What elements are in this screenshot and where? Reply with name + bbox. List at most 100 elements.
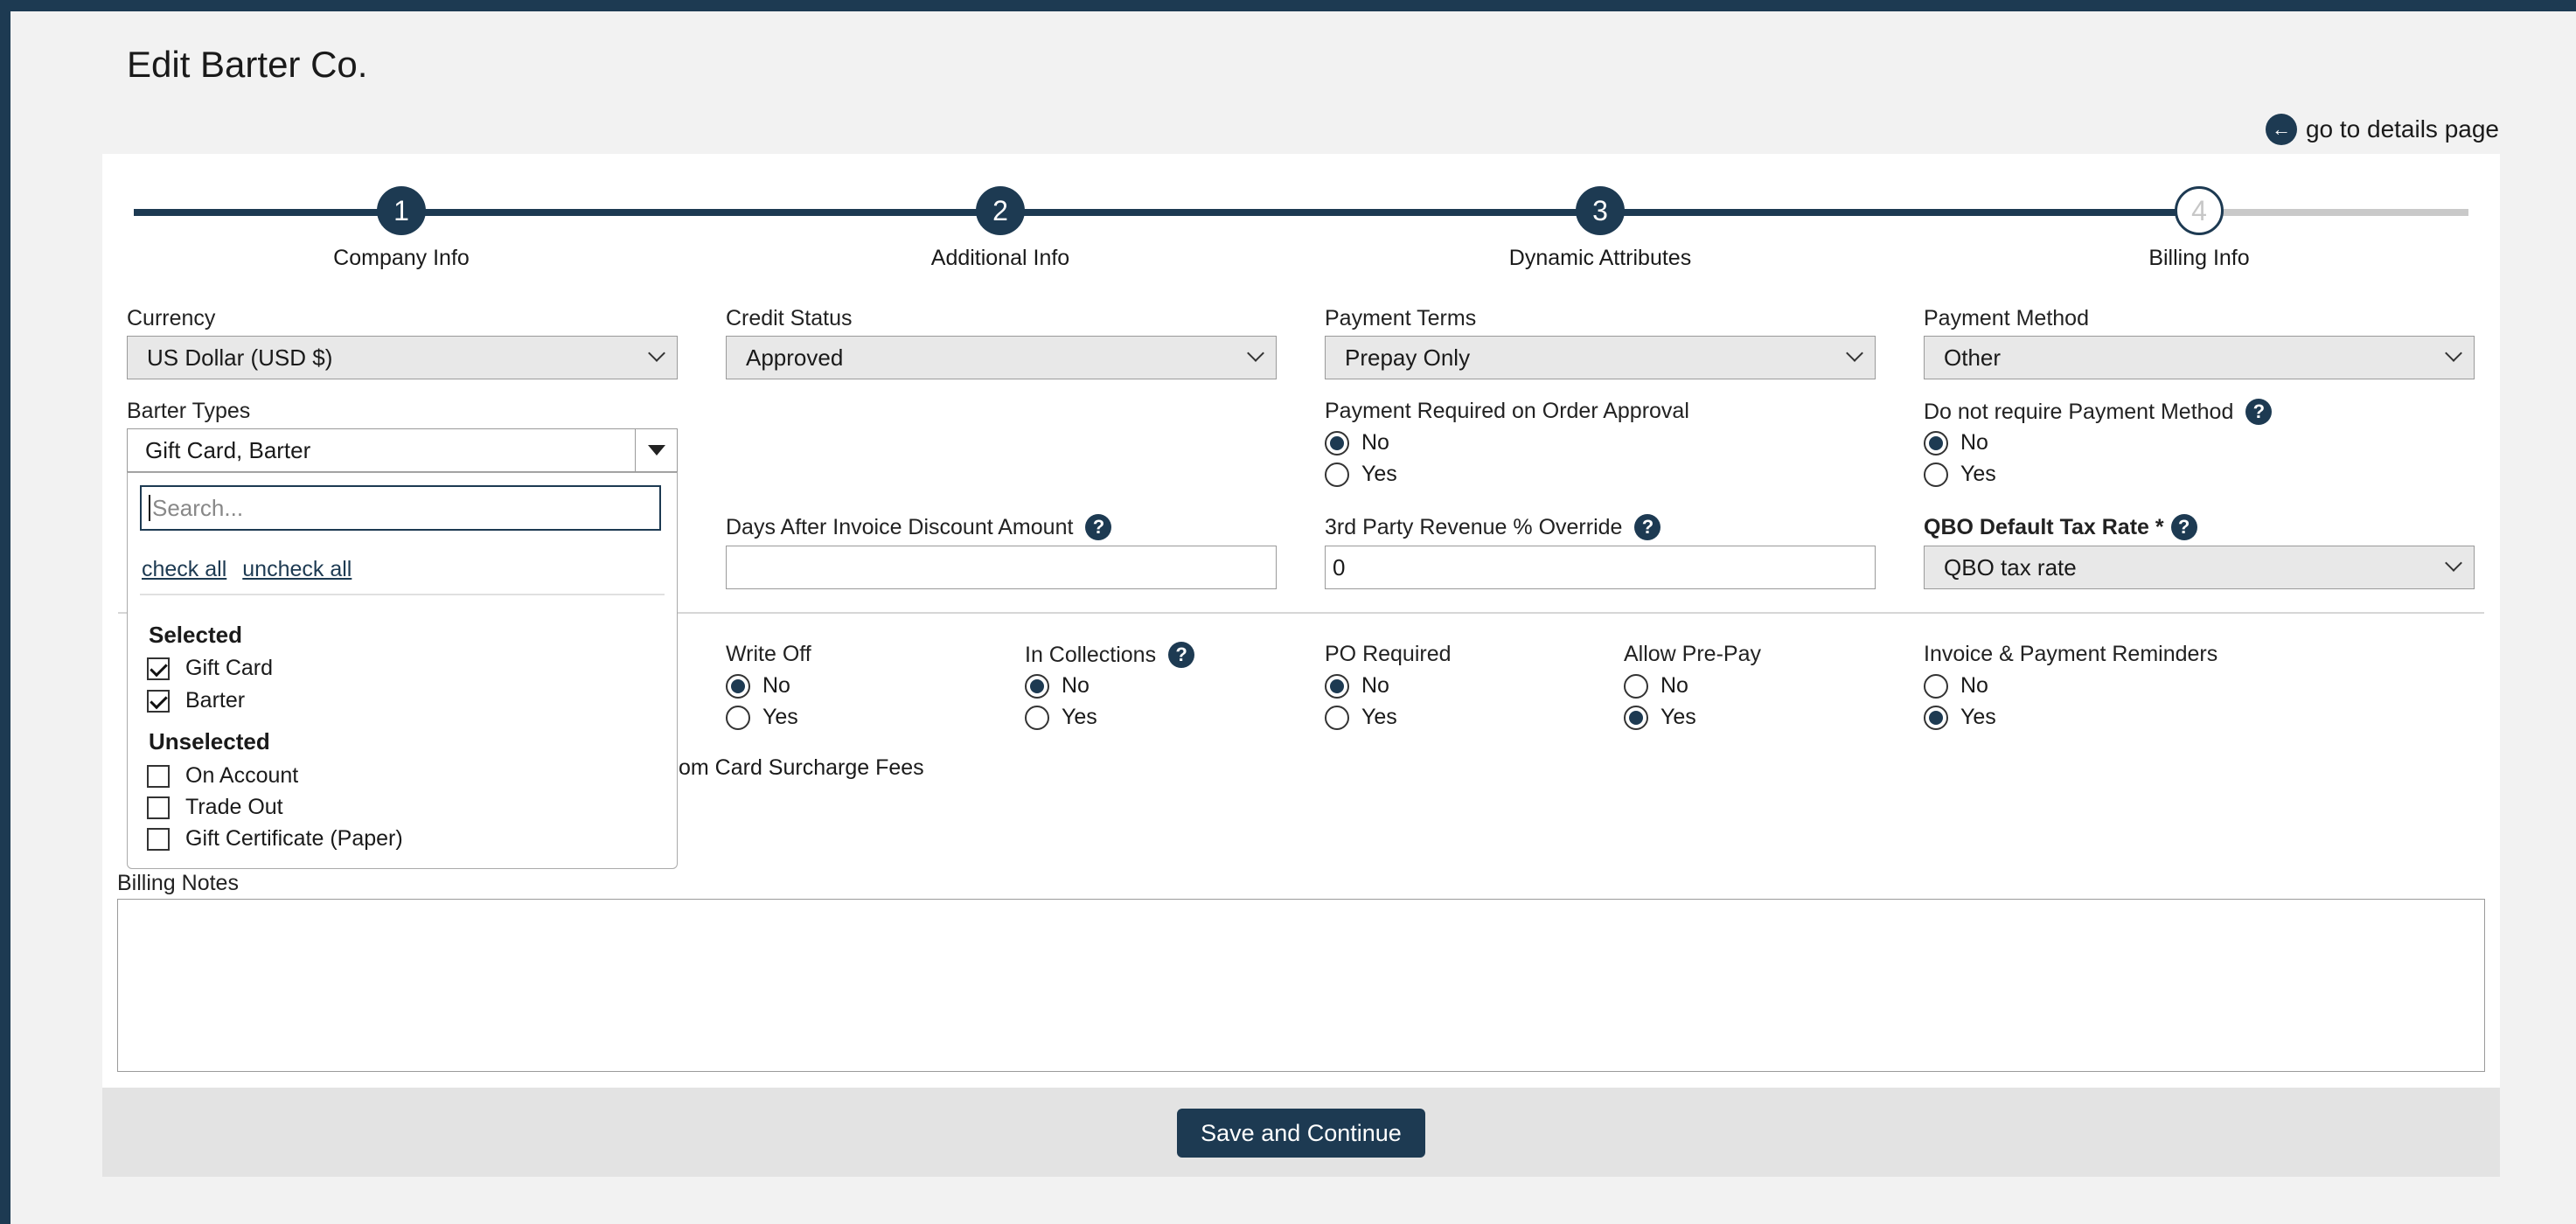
help-icon[interactable]: ? <box>2170 514 2197 540</box>
payment-method-value: Other <box>1944 344 2002 371</box>
radio-selected-icon <box>1624 705 1648 730</box>
in-collections-label: In Collections ? <box>1025 642 1195 668</box>
option-gift-card[interactable]: Gift Card <box>147 656 273 681</box>
step-additional-info[interactable]: 2 Additional Info <box>825 186 1175 271</box>
check-all-link[interactable]: check all <box>142 557 226 582</box>
radio-label: Yes <box>1960 705 1996 729</box>
left-edge-bar <box>0 0 10 1224</box>
bulk-select-links: check all uncheck all <box>142 557 352 582</box>
in-collections-yes[interactable]: Yes <box>1025 705 1097 730</box>
unselected-group-heading: Unselected <box>149 728 270 755</box>
currency-select[interactable]: US Dollar (USD $) <box>127 336 678 379</box>
radio-label: Yes <box>762 705 798 729</box>
help-icon[interactable]: ? <box>1168 642 1195 668</box>
radio-selected-icon <box>726 673 750 699</box>
qbo-tax-text: QBO Default Tax Rate * <box>1924 514 2164 539</box>
dropdown-toggle[interactable] <box>635 429 677 471</box>
save-and-continue-button[interactable]: Save and Continue <box>1177 1109 1425 1158</box>
radio-label: No <box>1062 673 1090 698</box>
currency-value: US Dollar (USD $) <box>147 344 333 371</box>
credit-status-value: Approved <box>746 344 844 371</box>
qbo-tax-select[interactable]: QBO tax rate <box>1924 546 2475 589</box>
chevron-down-icon <box>648 344 665 362</box>
allow-prepay-no[interactable]: No <box>1624 673 1688 699</box>
days-after-invoice-input[interactable] <box>726 546 1277 589</box>
radio-unselected-icon <box>1325 705 1349 730</box>
po-required-label: PO Required <box>1325 642 1452 666</box>
details-link-label: go to details page <box>2305 115 2499 143</box>
step-number: 1 <box>377 186 426 235</box>
radio-unselected-icon <box>726 705 750 730</box>
uncheck-all-link[interactable]: uncheck all <box>242 557 352 582</box>
in-collections-text: In Collections <box>1025 642 1157 667</box>
option-barter[interactable]: Barter <box>147 688 245 713</box>
write-off-yes[interactable]: Yes <box>726 705 798 730</box>
po-required-no[interactable]: No <box>1325 673 1389 699</box>
chevron-down-icon <box>2445 344 2462 362</box>
option-label: On Account <box>185 763 299 788</box>
no-payment-method-no[interactable]: No <box>1924 430 1988 456</box>
billing-notes-textarea[interactable] <box>117 899 2485 1072</box>
reminders-no[interactable]: No <box>1924 673 1988 699</box>
payment-method-select[interactable]: Other <box>1924 336 2475 379</box>
credit-status-select[interactable]: Approved <box>726 336 1277 379</box>
reminders-yes[interactable]: Yes <box>1924 705 1996 730</box>
chevron-down-icon <box>1247 344 1264 362</box>
no-payment-method-yes[interactable]: Yes <box>1924 462 1996 487</box>
step-dynamic-attributes[interactable]: 3 Dynamic Attributes <box>1425 186 1775 271</box>
option-trade-out[interactable]: Trade Out <box>147 795 283 820</box>
selected-group-heading: Selected <box>149 622 242 648</box>
checkbox-unchecked-icon <box>147 764 170 788</box>
radio-label: Yes <box>1062 705 1097 729</box>
allow-prepay-yes[interactable]: Yes <box>1624 705 1696 730</box>
radio-unselected-icon <box>1025 705 1049 730</box>
radio-label: No <box>1361 430 1389 455</box>
search-placeholder: Search... <box>152 494 244 521</box>
radio-label: No <box>1960 430 1988 455</box>
reminders-label: Invoice & Payment Reminders <box>1924 642 2218 666</box>
option-label: Gift Card <box>185 656 274 680</box>
back-arrow-icon: ← <box>2265 114 2297 145</box>
radio-unselected-icon <box>1924 673 1948 699</box>
step-company-info[interactable]: 1 Company Info <box>226 186 576 271</box>
radio-label: Yes <box>1361 462 1397 486</box>
radio-label: Yes <box>1960 462 1996 486</box>
dropdown-search-input[interactable]: Search... <box>140 485 661 531</box>
no-payment-method-text: Do not require Payment Method <box>1924 399 2234 424</box>
po-required-yes[interactable]: Yes <box>1325 705 1397 730</box>
option-label: Gift Certificate (Paper) <box>185 826 403 851</box>
write-off-no[interactable]: No <box>726 673 790 699</box>
radio-label: No <box>1361 673 1389 698</box>
option-label: Barter <box>185 688 246 713</box>
help-icon[interactable]: ? <box>1634 514 1661 540</box>
step-label: Billing Info <box>2148 246 2250 270</box>
page-title: Edit Barter Co. <box>127 44 368 85</box>
payment-required-no[interactable]: No <box>1325 430 1389 456</box>
payment-terms-select[interactable]: Prepay Only <box>1325 336 1876 379</box>
third-party-text: 3rd Party Revenue % Override <box>1325 514 1623 539</box>
no-payment-method-label: Do not require Payment Method ? <box>1924 399 2273 425</box>
payment-terms-label: Payment Terms <box>1325 306 1477 330</box>
step-billing-info[interactable]: 4 Billing Info <box>2024 186 2374 271</box>
third-party-input[interactable]: 0 <box>1325 546 1876 589</box>
radio-selected-icon <box>1325 673 1349 699</box>
option-gift-certificate-paper[interactable]: Gift Certificate (Paper) <box>147 826 403 852</box>
barter-types-select[interactable]: Gift Card, Barter <box>127 428 678 472</box>
third-party-label: 3rd Party Revenue % Override ? <box>1325 514 1661 540</box>
payment-required-yes[interactable]: Yes <box>1325 462 1397 487</box>
radio-label: No <box>1660 673 1688 698</box>
radio-unselected-icon <box>1325 462 1349 487</box>
help-icon[interactable]: ? <box>2245 399 2273 425</box>
radio-unselected-icon <box>1624 673 1648 699</box>
text-cursor <box>149 495 150 521</box>
radio-label: No <box>1960 673 1988 698</box>
go-to-details-link[interactable]: ← go to details page <box>2265 114 2499 145</box>
wizard-stepper: 1 Company Info 2 Additional Info 3 Dynam… <box>102 154 2500 285</box>
top-nav-bar <box>0 0 2576 11</box>
credit-status-label: Credit Status <box>726 306 853 330</box>
radio-unselected-icon <box>1924 462 1948 487</box>
help-icon[interactable]: ? <box>1085 514 1112 540</box>
in-collections-no[interactable]: No <box>1025 673 1090 699</box>
radio-label: Yes <box>1361 705 1397 729</box>
option-on-account[interactable]: On Account <box>147 763 298 789</box>
